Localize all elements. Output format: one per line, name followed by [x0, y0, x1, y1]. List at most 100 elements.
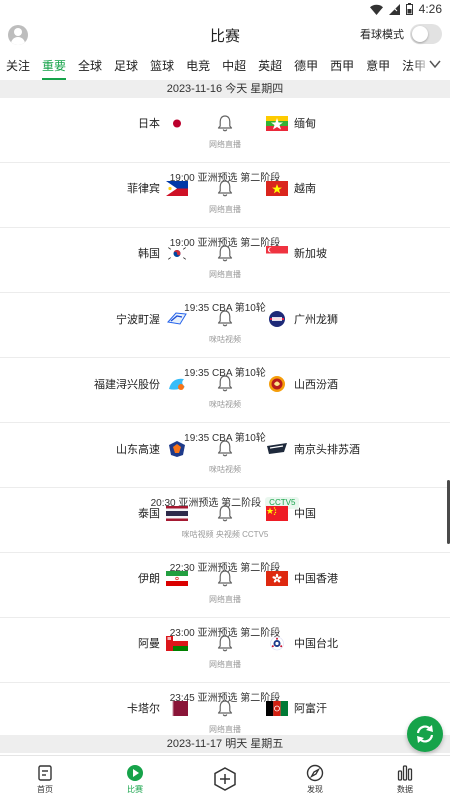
away-team[interactable]: 山西汾酒	[266, 375, 338, 393]
nav-add[interactable]	[180, 756, 270, 800]
match-row[interactable]: 日本 缅甸网络直播	[0, 98, 450, 163]
tab-5[interactable]: 电竞	[186, 52, 210, 80]
bell-icon[interactable]	[217, 504, 233, 522]
nav-matches[interactable]: 比赛	[90, 756, 180, 800]
bell-icon[interactable]	[217, 309, 233, 327]
away-team-name: 中国	[294, 508, 316, 520]
signal-icon	[388, 3, 400, 15]
bottom-nav: 首页 比赛 发现 数据	[0, 755, 450, 800]
away-team[interactable]: 广州龙狮	[266, 310, 338, 328]
date-header-tomorrow: 2023-11-17 明天 星期五	[0, 735, 450, 753]
bell-icon[interactable]	[217, 244, 233, 262]
date-header-today: 2023-11-16 今天 星期四	[0, 80, 450, 98]
home-team-flag	[166, 700, 188, 716]
away-team[interactable]: 阿富汗	[266, 700, 327, 716]
match-row[interactable]: 19:35 CBA 第10轮 山东高速 南京头排苏酒 咪咕视频	[0, 423, 450, 488]
away-team[interactable]: 中国香港	[266, 570, 338, 586]
nav-home[interactable]: 首页	[0, 756, 90, 800]
match-row[interactable]: 22:30 亚洲预选 第二阶段 伊朗 中国香港 网络直播	[0, 553, 450, 618]
home-team-name: 菲律宾	[127, 183, 160, 195]
home-team[interactable]: 山东高速	[116, 440, 188, 458]
home-team-name: 福建浔兴股份	[94, 379, 160, 391]
away-team-flag	[266, 245, 288, 261]
discover-icon	[306, 764, 324, 781]
tab-0[interactable]: 关注	[6, 52, 30, 80]
tab-6[interactable]: 中超	[222, 52, 246, 80]
tab-2[interactable]: 全球	[78, 52, 102, 80]
home-icon	[38, 764, 52, 781]
bell-icon[interactable]	[217, 699, 233, 717]
home-team[interactable]: 宁波町渥	[116, 310, 188, 328]
away-team[interactable]: 越南	[266, 180, 316, 196]
bell-icon[interactable]	[217, 439, 233, 457]
home-team[interactable]: 泰国	[138, 505, 188, 521]
broadcast-info: 网络直播	[209, 595, 241, 604]
broadcast-info: 网络直播	[209, 660, 241, 669]
broadcast-info: 咪咕视频	[209, 335, 241, 344]
away-team-name: 山西汾酒	[294, 379, 338, 391]
away-team-name: 中国香港	[294, 573, 338, 585]
bell-icon[interactable]	[217, 179, 233, 197]
away-team[interactable]: 南京头排苏酒	[266, 440, 360, 458]
match-row[interactable]: 19:35 CBA 第10轮 宁波町渥 广州龙狮 咪咕视频	[0, 293, 450, 358]
away-team-flag	[266, 636, 288, 651]
match-row[interactable]: 20:30 亚洲预选 第二阶段 CCTV5 泰国 中国 咪咕视频 央视频 CCTV5	[0, 488, 450, 553]
play-icon	[127, 764, 143, 781]
match-row[interactable]: 23:00 亚洲预选 第二阶段 阿曼 中国台北 网络直播	[0, 618, 450, 683]
home-team[interactable]: 菲律宾	[127, 180, 188, 196]
away-team[interactable]: 中国台北	[266, 635, 338, 651]
home-team-name: 泰国	[138, 508, 160, 520]
home-team-name: 宁波町渥	[116, 314, 160, 326]
match-row[interactable]: 19:00 亚洲预选 第二阶段 菲律宾 越南 网络直播	[0, 163, 450, 228]
home-team[interactable]: 日本	[138, 115, 188, 131]
tab-1[interactable]: 重要	[42, 52, 67, 80]
away-team-name: 缅甸	[294, 118, 316, 130]
watch-mode-toggle[interactable]	[410, 24, 442, 44]
bell-icon[interactable]	[217, 374, 233, 392]
away-team[interactable]: 缅甸	[266, 115, 316, 131]
tab-9[interactable]: 西甲	[330, 52, 354, 80]
home-team[interactable]: 卡塔尔	[127, 700, 188, 716]
home-team-name: 山东高速	[116, 444, 160, 456]
home-team[interactable]: 福建浔兴股份	[94, 375, 188, 393]
home-team-name: 阿曼	[138, 638, 160, 650]
watch-mode-label: 看球模式	[360, 29, 404, 41]
away-team[interactable]: 新加坡	[266, 245, 327, 261]
tab-4[interactable]: 篮球	[150, 52, 174, 80]
home-team-flag	[166, 115, 188, 131]
away-team[interactable]: 中国	[266, 505, 316, 521]
broadcast-info: 咪咕视频	[209, 465, 241, 474]
home-team[interactable]: 伊朗	[138, 570, 188, 586]
battery-icon	[405, 3, 413, 15]
home-team[interactable]: 韩国	[138, 245, 188, 261]
chevron-down-icon[interactable]	[428, 57, 442, 71]
bell-icon[interactable]	[217, 634, 233, 652]
match-row[interactable]: 19:00 亚洲预选 第二阶段 韩国 新加坡 网络直播	[0, 228, 450, 293]
broadcast-info: 网络直播	[209, 140, 241, 149]
home-team-flag	[166, 375, 188, 393]
away-team-flag	[266, 310, 288, 328]
tab-10[interactable]: 意甲	[366, 52, 390, 80]
bell-icon[interactable]	[217, 114, 233, 132]
app-header: 比赛 看球模式	[0, 18, 450, 52]
refresh-button[interactable]	[407, 716, 443, 752]
nav-discover[interactable]: 发现	[270, 756, 360, 800]
away-team-name: 阿富汗	[294, 703, 327, 715]
tab-7[interactable]: 英超	[258, 52, 282, 80]
home-team-flag	[166, 570, 188, 586]
home-team-flag	[166, 440, 188, 458]
away-team-flag	[266, 375, 288, 393]
broadcast-info: 网络直播	[209, 205, 241, 214]
watch-mode: 看球模式	[360, 24, 442, 44]
away-team-name: 广州龙狮	[294, 314, 338, 326]
nav-data[interactable]: 数据	[360, 756, 450, 800]
nav-label: 首页	[37, 784, 53, 794]
tab-3[interactable]: 足球	[114, 52, 138, 80]
bell-icon[interactable]	[217, 569, 233, 587]
away-team-flag	[266, 505, 288, 521]
home-team-name: 伊朗	[138, 573, 160, 585]
match-row[interactable]: 19:35 CBA 第10轮 福建浔兴股份 山西汾酒 咪咕视频	[0, 358, 450, 423]
away-team-flag	[266, 180, 288, 196]
tab-8[interactable]: 德甲	[294, 52, 318, 80]
home-team[interactable]: 阿曼	[138, 635, 188, 651]
